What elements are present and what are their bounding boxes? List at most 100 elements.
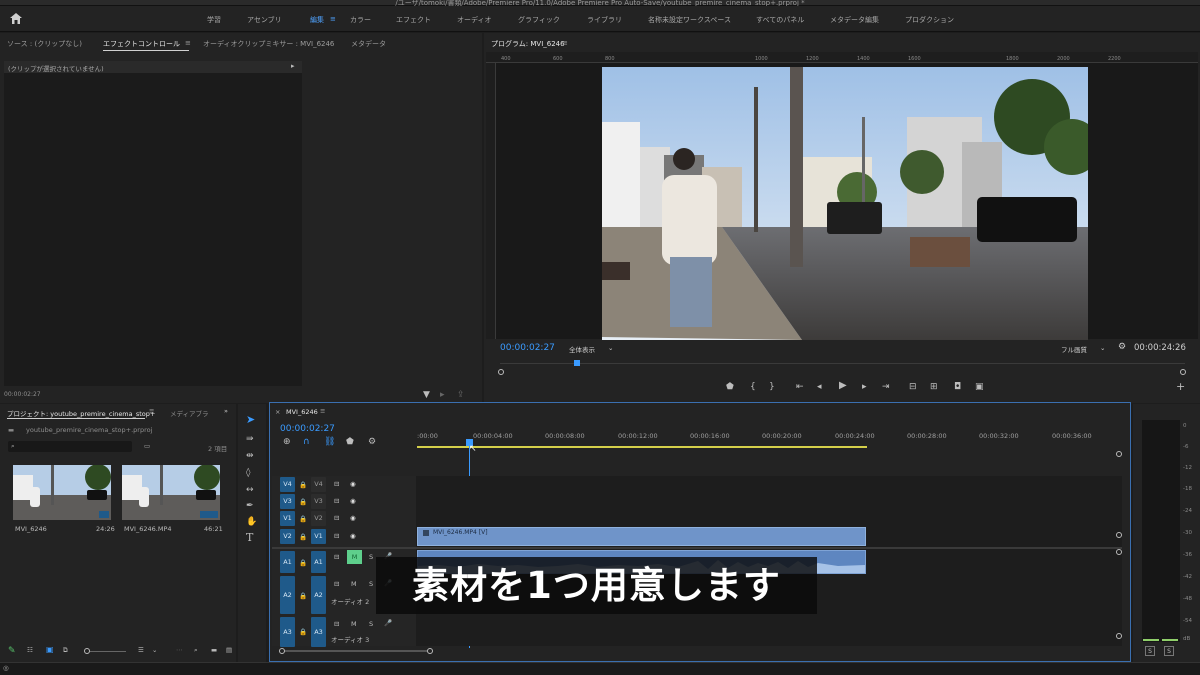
- quality-select[interactable]: フル画質: [1061, 344, 1087, 354]
- lock-icon[interactable]: 🔒: [299, 559, 307, 567]
- program-timecode[interactable]: 00:00:02:27: [500, 343, 555, 353]
- workspace-menu-icon[interactable]: ≡: [330, 15, 336, 23]
- play-only-icon[interactable]: ▸: [291, 62, 295, 70]
- snap-magnet-icon[interactable]: ∩: [303, 437, 310, 447]
- new-bin-icon[interactable]: ▭: [144, 442, 150, 450]
- quality-chevron-down-icon[interactable]: ⌄: [1100, 344, 1105, 352]
- source-patch-v2[interactable]: V2: [280, 529, 295, 544]
- fit-select[interactable]: 全体表示: [569, 344, 595, 354]
- workspace-untitled[interactable]: 名称未設定ワークスペース: [648, 15, 731, 25]
- workspace-editing[interactable]: 編集: [310, 15, 324, 25]
- tab-project[interactable]: プロジェクト: youtube_premire_cinema_stop+: [7, 408, 155, 418]
- add-marker-timeline-icon[interactable]: ⬟: [346, 437, 354, 447]
- camera-icon[interactable]: ◘: [954, 382, 961, 392]
- workspace-metadata[interactable]: メタデータ編集: [830, 15, 879, 25]
- sort-chevron-down-icon[interactable]: ⌄: [152, 646, 157, 654]
- v-scroll-handle[interactable]: [1116, 532, 1122, 538]
- pen-tool-icon[interactable]: ✒: [246, 501, 254, 511]
- lock-icon[interactable]: 🔒: [299, 481, 307, 489]
- a-scroll-handle[interactable]: [1116, 633, 1122, 639]
- export-frame-icon[interactable]: ▸: [440, 390, 445, 400]
- status-info-icon[interactable]: ◎: [3, 664, 9, 672]
- sync-lock-icon[interactable]: ⊟: [334, 497, 339, 505]
- sync-lock-icon[interactable]: ⊟: [334, 580, 339, 588]
- extract-icon[interactable]: ⊞: [930, 382, 938, 392]
- ripple-edit-tool-icon[interactable]: ⇹: [246, 451, 254, 461]
- home-icon[interactable]: [10, 13, 22, 24]
- nest-icon[interactable]: ⊕: [283, 437, 291, 447]
- track-target-a3[interactable]: A3: [311, 617, 326, 647]
- sequence-menu-icon[interactable]: ≡: [320, 407, 325, 415]
- panel-overflow-icon[interactable]: »: [224, 407, 228, 415]
- track-select-tool-icon[interactable]: ⇛: [246, 434, 254, 444]
- mute-a3-button[interactable]: M: [351, 620, 357, 628]
- program-playhead[interactable]: [574, 360, 580, 366]
- eye-icon[interactable]: ◉: [350, 532, 356, 540]
- program-monitor-title[interactable]: プログラム: MVI_6246: [491, 39, 565, 49]
- track-target-a1[interactable]: A1: [311, 551, 326, 573]
- workspace-assembly[interactable]: アセンブリ: [247, 15, 282, 25]
- timeline-timecode[interactable]: 00:00:02:27: [280, 424, 335, 434]
- lift-icon[interactable]: ⊟: [909, 382, 917, 392]
- project-item-name[interactable]: MVI_6246: [15, 525, 47, 533]
- meter-solo-right[interactable]: S: [1164, 646, 1174, 656]
- workspace-libraries[interactable]: ライブラリ: [587, 15, 622, 25]
- workspace-production[interactable]: プロダクション: [905, 15, 954, 25]
- source-patch-a2[interactable]: A2: [280, 576, 295, 614]
- workspace-all-panels[interactable]: すべてのパネル: [756, 15, 804, 25]
- new-item-icon[interactable]: ▤: [226, 646, 232, 654]
- lock-icon[interactable]: 🔒: [299, 628, 307, 636]
- project-thumbnail-1[interactable]: [13, 465, 111, 520]
- mute-a1-button[interactable]: M: [347, 550, 362, 564]
- hand-tool-icon[interactable]: ✋: [246, 517, 257, 527]
- track-target-a2[interactable]: A2: [311, 576, 326, 614]
- slip-tool-icon[interactable]: ↔: [246, 485, 254, 495]
- mark-in-icon[interactable]: {: [750, 382, 756, 392]
- project-menu-icon[interactable]: ≡: [149, 407, 154, 415]
- tab-effect-controls[interactable]: エフェクトコントロール: [103, 39, 180, 49]
- project-item-name[interactable]: MVI_6246.MP4: [124, 525, 172, 533]
- go-to-in-icon[interactable]: ⇤: [796, 382, 804, 392]
- tab-media-browser[interactable]: メディアブラ: [170, 408, 209, 418]
- source-patch-v3[interactable]: V3: [280, 494, 295, 509]
- lock-icon[interactable]: 🔒: [299, 592, 307, 600]
- source-patch-a3[interactable]: A3: [280, 617, 295, 647]
- mark-out-icon[interactable]: }: [769, 382, 775, 392]
- meter-solo-left[interactable]: S: [1145, 646, 1155, 656]
- v-scroll-handle[interactable]: [1116, 451, 1122, 457]
- tab-sequence[interactable]: MVI_6246: [286, 408, 318, 416]
- h-scroll-handle-right[interactable]: [427, 648, 433, 654]
- selection-tool-icon[interactable]: ➤: [246, 414, 255, 425]
- fit-chevron-down-icon[interactable]: ⌄: [608, 344, 613, 352]
- h-scrollbar[interactable]: [285, 650, 427, 652]
- icon-view-icon[interactable]: ▣: [46, 645, 54, 654]
- workspace-color[interactable]: カラー: [350, 15, 371, 25]
- share-icon[interactable]: ⇪: [457, 390, 465, 400]
- eye-icon[interactable]: ◉: [350, 497, 356, 505]
- tab-source[interactable]: ソース : (クリップなし): [7, 39, 82, 49]
- track-target-v4[interactable]: V4: [311, 477, 326, 492]
- lock-icon[interactable]: 🔒: [299, 533, 307, 541]
- solo-a3-button[interactable]: S: [369, 620, 373, 628]
- program-menu-icon[interactable]: ≡: [562, 39, 568, 47]
- solo-a1-button[interactable]: S: [369, 553, 373, 561]
- zoom-slider[interactable]: [90, 651, 126, 652]
- sort-icon[interactable]: ☰: [138, 646, 144, 654]
- work-area-bar[interactable]: [417, 446, 867, 448]
- linked-selection-icon[interactable]: ⛓: [324, 437, 335, 447]
- workspace-audio[interactable]: オーディオ: [457, 15, 492, 25]
- workspace-graphics[interactable]: グラフィック: [518, 15, 560, 25]
- lock-icon[interactable]: 🔒: [299, 515, 307, 523]
- tab-audio-clip-mixer[interactable]: オーディオクリップミキサー : MVI_6246: [203, 39, 334, 49]
- type-tool-icon[interactable]: T: [246, 532, 253, 543]
- solo-a2-button[interactable]: S: [369, 580, 373, 588]
- project-search-input[interactable]: [8, 441, 132, 452]
- source-patch-v1[interactable]: V1: [280, 511, 295, 526]
- track-target-v3[interactable]: V3: [311, 494, 326, 509]
- new-bin-footer-icon[interactable]: ▬: [211, 646, 217, 654]
- tab-metadata[interactable]: メタデータ: [351, 39, 386, 49]
- microphone-icon[interactable]: 🎤: [384, 619, 392, 627]
- sync-lock-icon[interactable]: ⊟: [334, 480, 339, 488]
- workspace-effects[interactable]: エフェクト: [396, 15, 431, 25]
- filter-icon[interactable]: ▼: [423, 390, 430, 400]
